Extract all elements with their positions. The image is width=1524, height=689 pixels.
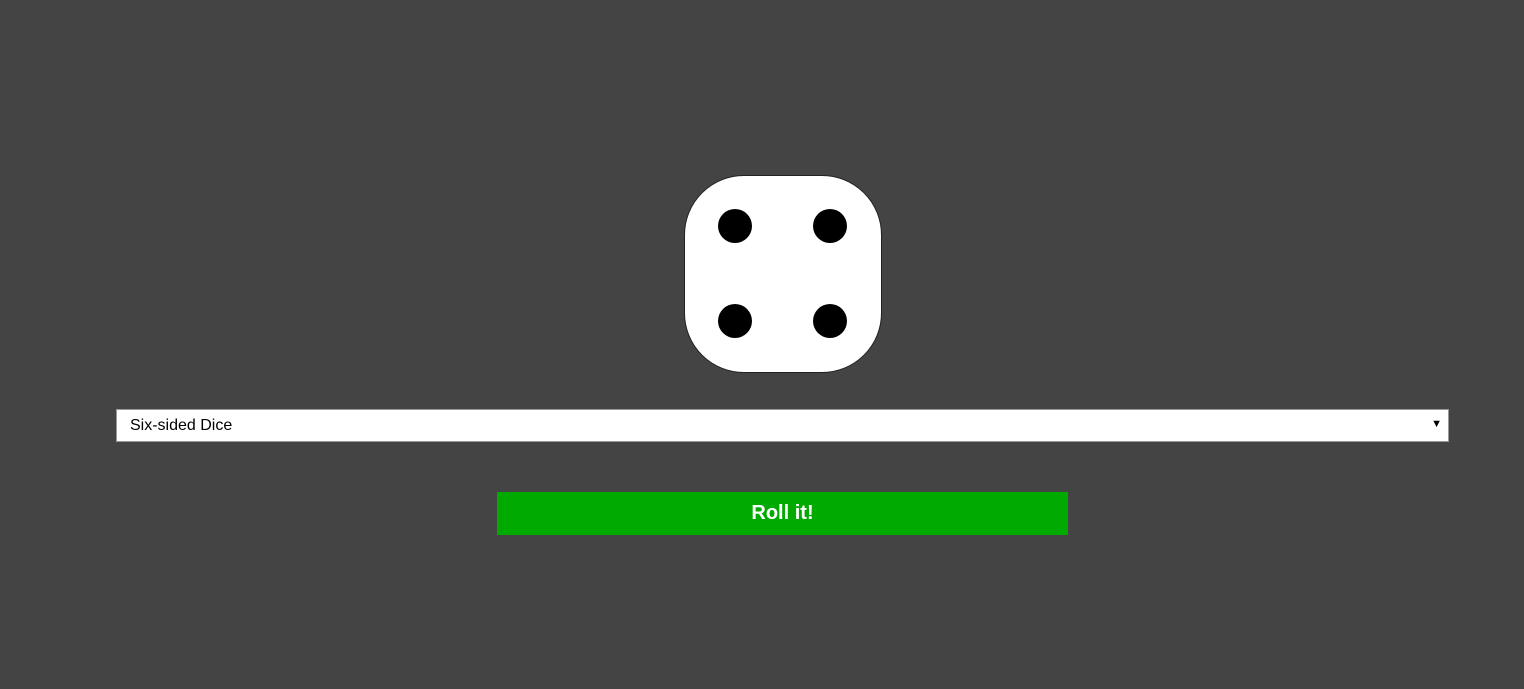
pip-top-right bbox=[813, 209, 847, 243]
roll-button[interactable]: Roll it! bbox=[497, 492, 1068, 535]
dice-roller-page: Six-sided Dice ▼ Roll it! bbox=[0, 0, 1524, 689]
dice-type-select[interactable]: Six-sided Dice ▼ bbox=[116, 409, 1449, 442]
pip-bottom-right bbox=[813, 304, 847, 338]
pip-top-left bbox=[718, 209, 752, 243]
pip-bottom-left bbox=[718, 304, 752, 338]
chevron-down-icon: ▼ bbox=[1431, 418, 1442, 430]
dice-type-selected-value: Six-sided Dice bbox=[130, 417, 233, 434]
die-face bbox=[684, 175, 882, 373]
